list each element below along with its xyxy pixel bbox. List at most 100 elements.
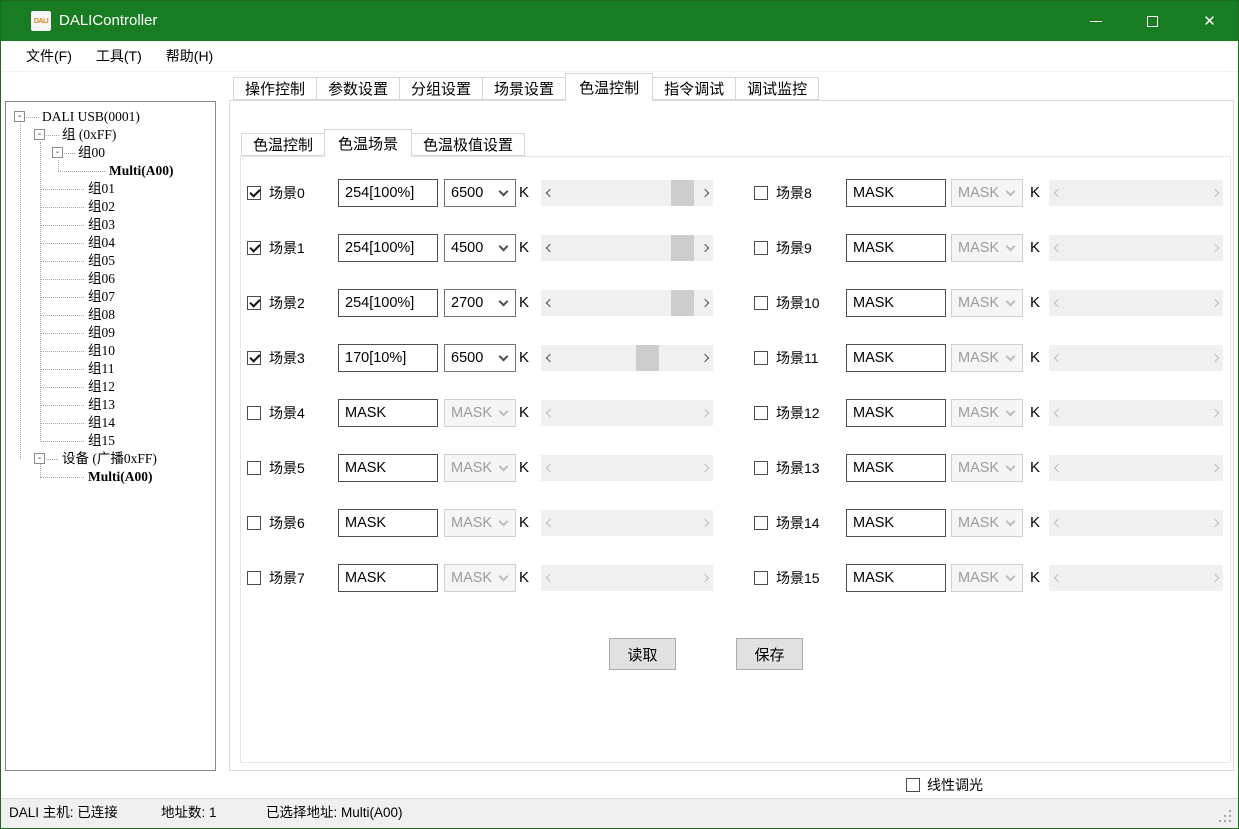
main-tab-0[interactable]: 操作控制 [233, 77, 317, 100]
main-tab-6[interactable]: 调试监控 [735, 77, 819, 100]
scrollbar-right-arrow [1206, 290, 1223, 316]
scene-row: 场景12MASKK [1, 399, 1238, 427]
tree-connector-line [40, 387, 84, 388]
tree-item[interactable]: -组00 [6, 144, 215, 162]
scene-row: 场景8MASKK [1, 179, 1238, 207]
scene-checkbox[interactable] [754, 571, 768, 585]
scene-checkbox[interactable] [754, 241, 768, 255]
scene-checkbox[interactable] [754, 461, 768, 475]
minimize-button[interactable] [1067, 1, 1124, 41]
chevron-right-icon [1210, 189, 1218, 197]
chevron-left-icon [1053, 574, 1061, 582]
tree-item[interactable]: Multi(A00) [6, 162, 215, 180]
scene-cct-value: MASK [958, 570, 999, 586]
resize-grip[interactable] [1229, 820, 1231, 822]
scene-checkbox[interactable] [754, 516, 768, 530]
scrollbar-left-arrow [1049, 400, 1066, 426]
kelvin-unit-label: K [1030, 344, 1040, 372]
scene-level-scrollbar [1049, 400, 1223, 426]
scene-level-scrollbar [1049, 180, 1223, 206]
read-button[interactable]: 读取 [609, 638, 676, 670]
app-window: DALI DALIController ✕ 文件(F) 工具(T) 帮助(H) … [0, 0, 1239, 829]
maximize-button[interactable] [1124, 1, 1181, 41]
scene-checkbox[interactable] [754, 186, 768, 200]
scene-level-input[interactable] [846, 509, 946, 537]
tree-item[interactable]: 组12 [6, 378, 215, 396]
main-tab-3[interactable]: 场景设置 [482, 77, 566, 100]
tree-item-label: 组12 [88, 378, 115, 396]
kelvin-unit-label: K [1030, 179, 1040, 207]
scene-level-scrollbar [1049, 290, 1223, 316]
chevron-down-icon [1006, 352, 1016, 362]
menu-help[interactable]: 帮助(H) [166, 46, 213, 66]
main-tab-5[interactable]: 指令调试 [652, 77, 736, 100]
scene-cct-select: MASK [951, 454, 1023, 482]
linear-dimming-checkbox[interactable] [906, 778, 920, 792]
chevron-left-icon [1053, 519, 1061, 527]
tree-item[interactable]: 组03 [6, 216, 215, 234]
subtab-1[interactable]: 色温场景 [324, 129, 412, 157]
scrollbar-right-arrow [1206, 400, 1223, 426]
tree-connector-line [64, 153, 75, 154]
main-tab-1[interactable]: 参数设置 [316, 77, 400, 100]
titlebar: DALI DALIController ✕ [1, 1, 1238, 41]
scene-level-input[interactable] [846, 234, 946, 262]
tree-item[interactable]: 组06 [6, 270, 215, 288]
scene-level-input[interactable] [846, 179, 946, 207]
kelvin-unit-label: K [1030, 509, 1040, 537]
subtab-2[interactable]: 色温极值设置 [411, 133, 525, 156]
tree-connector-line [46, 135, 59, 136]
subtab-0[interactable]: 色温控制 [241, 133, 325, 156]
scene-cct-select: MASK [951, 289, 1023, 317]
menu-tools[interactable]: 工具(T) [96, 46, 142, 66]
scene-checkbox[interactable] [754, 296, 768, 310]
scene-cct-select: MASK [951, 509, 1023, 537]
scrollbar-left-arrow [1049, 510, 1066, 536]
tree-item[interactable]: 组15 [6, 432, 215, 450]
scrollbar-right-arrow [1206, 345, 1223, 371]
scrollbar-left-arrow [1049, 345, 1066, 371]
tree-item[interactable]: - 组 (0xFF) [6, 126, 215, 144]
tree-expander-icon[interactable]: - [34, 129, 45, 140]
chevron-left-icon [1053, 189, 1061, 197]
scene-level-input[interactable] [846, 564, 946, 592]
status-address-count: 地址数: 1 [161, 799, 217, 827]
tree-item[interactable]: -DALI USB(0001) [6, 108, 215, 126]
chevron-left-icon [1053, 409, 1061, 417]
main-tab-2[interactable]: 分组设置 [399, 77, 483, 100]
tree-expander-icon[interactable]: - [52, 147, 63, 158]
scene-level-input[interactable] [846, 289, 946, 317]
menu-file[interactable]: 文件(F) [26, 46, 72, 66]
scene-level-scrollbar [1049, 455, 1223, 481]
kelvin-unit-label: K [1030, 289, 1040, 317]
scene-level-input[interactable] [846, 344, 946, 372]
tree-connector-line [40, 207, 84, 208]
window-controls: ✕ [1067, 1, 1238, 41]
scene-cct-value: MASK [958, 185, 999, 201]
tree-item-label: 组 (0xFF) [62, 126, 116, 144]
chevron-left-icon [1053, 244, 1061, 252]
scene-level-input[interactable] [846, 399, 946, 427]
scene-level-input[interactable] [846, 454, 946, 482]
chevron-right-icon [1210, 244, 1218, 252]
chevron-down-icon [1006, 462, 1016, 472]
scene-row: 场景13MASKK [1, 454, 1238, 482]
tree-item[interactable]: 组09 [6, 324, 215, 342]
maximize-icon [1147, 16, 1158, 27]
scrollbar-left-arrow [1049, 180, 1066, 206]
tree-expander-icon[interactable]: - [14, 111, 25, 122]
scene-cct-select: MASK [951, 179, 1023, 207]
kelvin-unit-label: K [1030, 454, 1040, 482]
scene-cct-value: MASK [958, 460, 999, 476]
app-logo-icon: DALI [31, 11, 51, 31]
scrollbar-left-arrow [1049, 565, 1066, 591]
close-button[interactable]: ✕ [1181, 1, 1238, 41]
main-tab-strip: 操作控制参数设置分组设置场景设置色温控制指令调试调试监控 [233, 73, 818, 101]
save-button[interactable]: 保存 [736, 638, 803, 670]
scene-cct-select: MASK [951, 399, 1023, 427]
status-bar: DALI 主机: 已连接 地址数: 1 已选择地址: Multi(A00) [1, 798, 1238, 828]
scene-checkbox[interactable] [754, 351, 768, 365]
chevron-right-icon [1210, 354, 1218, 362]
main-tab-4[interactable]: 色温控制 [565, 73, 653, 101]
scene-checkbox[interactable] [754, 406, 768, 420]
